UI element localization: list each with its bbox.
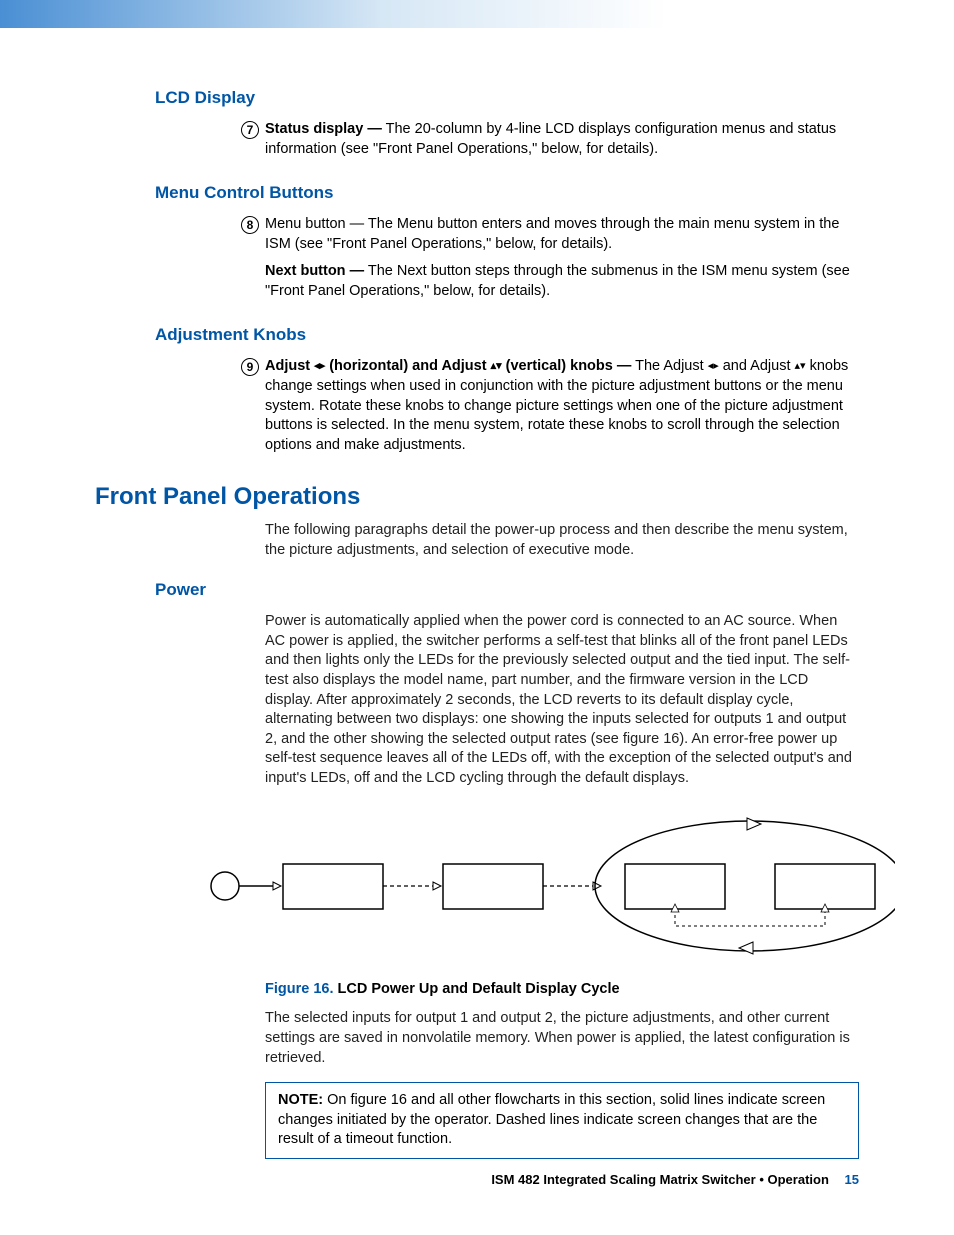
page-footer: ISM 482 Integrated Scaling Matrix Switch… (491, 1172, 859, 1187)
adjust-lead-2: (horizontal) and Adjust (325, 358, 490, 374)
power-paragraph-1: Power is automatically applied when the … (265, 612, 859, 788)
heading-power: Power (155, 580, 859, 600)
horizontal-arrows-icon-2: ◂▸ (708, 361, 719, 372)
front-panel-intro: The following paragraphs detail the powe… (265, 521, 859, 560)
adjust-lead-1: Adjust (265, 358, 314, 374)
next-button-lead: Next button — (265, 263, 364, 279)
figure-16-diagram (195, 806, 859, 971)
figure-title: LCD Power Up and Default Display Cycle (334, 981, 620, 997)
figure-label: Figure 16. (265, 981, 334, 997)
adjust-tail-1: The Adjust (631, 358, 707, 374)
heading-menu-control-buttons: Menu Control Buttons (155, 183, 859, 203)
menu-button-text: Menu button — The Menu button enters and… (265, 216, 839, 252)
figure-16-caption: Figure 16. LCD Power Up and Default Disp… (265, 981, 859, 997)
note-label: NOTE: (278, 1092, 323, 1108)
adjust-tail-2: and Adjust (719, 358, 795, 374)
heading-lcd-display: LCD Display (155, 88, 859, 108)
vertical-arrows-icon-2: ▴▾ (795, 361, 806, 372)
note-text: On figure 16 and all other flowcharts in… (278, 1092, 825, 1147)
page-number: 15 (845, 1172, 859, 1187)
note-box: NOTE: On figure 16 and all other flowcha… (265, 1082, 859, 1159)
adjust-lead-3: (vertical) knobs — (502, 358, 632, 374)
top-gradient-bar (0, 0, 954, 28)
callout-8: 8 (241, 216, 259, 234)
callout-7: 7 (241, 121, 259, 139)
item-next-button: Next button — The Next button steps thro… (265, 262, 859, 301)
vertical-arrows-icon: ▴▾ (491, 361, 502, 372)
page-content: LCD Display 7 Status display — The 20-co… (0, 28, 954, 1159)
heading-adjustment-knobs: Adjustment Knobs (155, 325, 859, 345)
power-paragraph-2: The selected inputs for output 1 and out… (265, 1009, 859, 1068)
horizontal-arrows-icon: ◂▸ (314, 361, 325, 372)
callout-9: 9 (241, 358, 259, 376)
item-menu-button: 8 Menu button — The Menu button enters a… (265, 215, 859, 254)
status-display-lead: Status display — (265, 121, 382, 137)
item-status-display: 7 Status display — The 20-column by 4-li… (265, 120, 859, 159)
item-adjust-knobs: 9 Adjust ◂▸ (horizontal) and Adjust ▴▾ (… (265, 357, 859, 455)
footer-text: ISM 482 Integrated Scaling Matrix Switch… (491, 1172, 829, 1187)
heading-front-panel-operations: Front Panel Operations (95, 483, 859, 511)
